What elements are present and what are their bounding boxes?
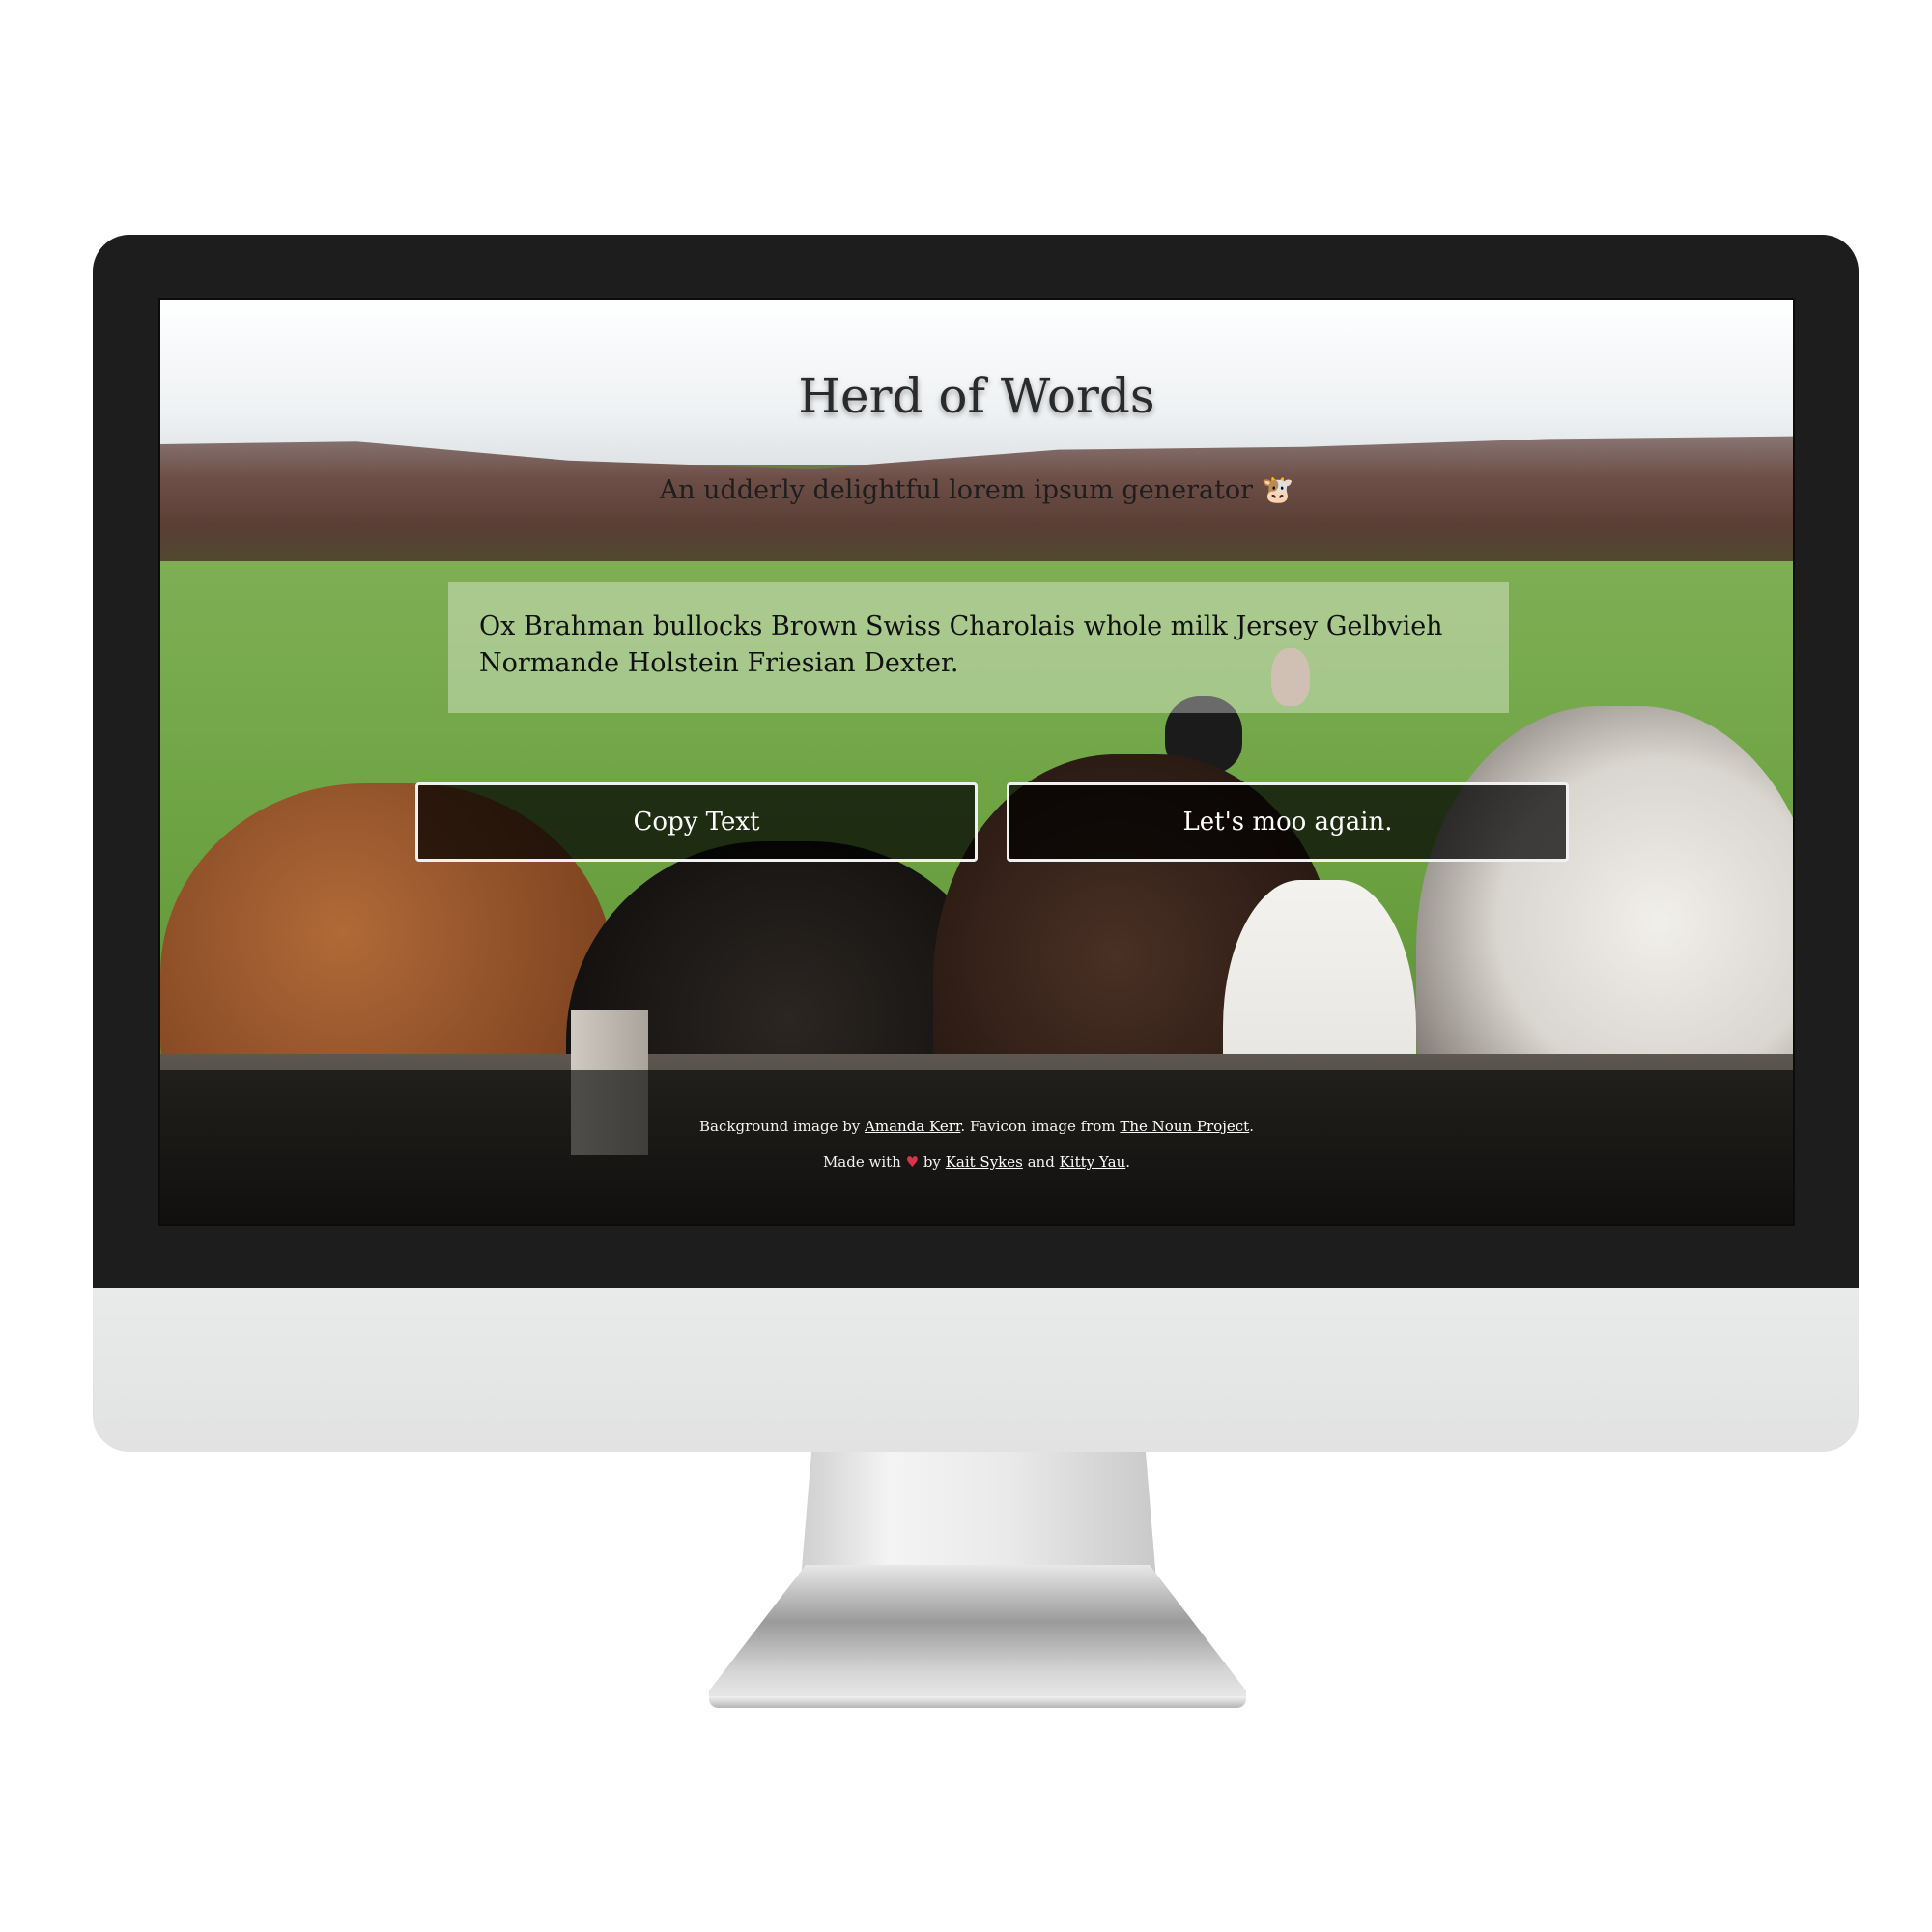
heart-icon: ♥	[905, 1153, 920, 1171]
tagline-text: An udderly delightful lorem ipsum genera…	[659, 475, 1254, 505]
page-tagline: An udderly delightful lorem ipsum genera…	[160, 474, 1793, 505]
footer-favicon-text: . Favicon image from	[960, 1118, 1121, 1135]
regenerate-button[interactable]: Let's moo again.	[1007, 782, 1569, 862]
copy-text-button[interactable]: Copy Text	[415, 782, 978, 862]
footer-made-prefix: Made with	[822, 1153, 906, 1171]
monitor-chin	[93, 1288, 1859, 1452]
cow-face-icon: 🐮	[1261, 475, 1294, 505]
footer-line2-end: .	[1125, 1153, 1131, 1171]
monitor-stand-edge	[709, 1696, 1246, 1708]
footer-credits-line: Background image by Amanda Kerr. Favicon…	[160, 1118, 1793, 1135]
noun-project-link[interactable]: The Noun Project	[1120, 1118, 1249, 1135]
footer-by-text: by	[919, 1153, 946, 1171]
footer-line1-end: .	[1249, 1118, 1254, 1135]
amanda-kerr-link[interactable]: Amanda Kerr	[865, 1118, 960, 1135]
monitor-stand-base	[709, 1565, 1246, 1708]
page-title: Herd of Words	[798, 368, 1155, 424]
screen: Herd of Words An udderly delightful lore…	[160, 300, 1793, 1224]
footer-and-text: and	[1022, 1153, 1060, 1171]
kait-sykes-link[interactable]: Kait Sykes	[946, 1153, 1023, 1171]
footer: Background image by Amanda Kerr. Favicon…	[160, 1070, 1793, 1224]
footer-bg-prefix: Background image by	[699, 1118, 866, 1135]
generated-text-box[interactable]: Ox Brahman bullocks Brown Swiss Charolai…	[448, 582, 1509, 713]
footer-made-with-line: Made with ♥ by Kait Sykes and Kitty Yau.	[160, 1153, 1793, 1171]
kitty-yau-link[interactable]: Kitty Yau	[1060, 1153, 1126, 1171]
